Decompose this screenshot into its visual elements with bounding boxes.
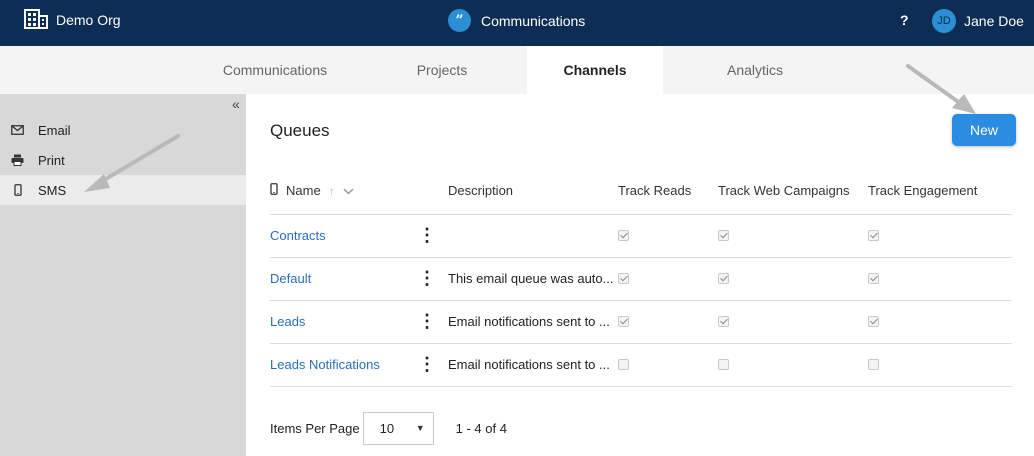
row-menu-icon[interactable]: ⋮ xyxy=(418,343,448,387)
tab-communications[interactable]: Communications xyxy=(192,46,358,94)
table-row[interactable]: Default ⋮ This email queue was auto... xyxy=(270,257,1012,301)
track-reads-checkbox[interactable] xyxy=(618,316,629,327)
track-engagement-checkbox[interactable] xyxy=(868,273,879,284)
tab-projects[interactable]: Projects xyxy=(358,46,526,94)
tab-bar: Communications Projects Channels Analyti… xyxy=(0,46,1034,94)
table-row[interactable]: Leads ⋮ Email notifications sent to ... xyxy=(270,300,1012,344)
row-menu-icon[interactable]: ⋮ xyxy=(418,257,448,301)
chevron-down-icon[interactable] xyxy=(343,184,354,198)
main-content: Queues New Name ↑ Description Track Read… xyxy=(246,64,1034,456)
new-queue-button[interactable]: New xyxy=(952,114,1016,146)
track-web-campaigns-checkbox[interactable] xyxy=(718,273,729,284)
pagination: Items Per Page 10 ▼ 1 - 4 of 4 xyxy=(270,411,507,445)
column-header-track-reads[interactable]: Track Reads xyxy=(618,168,718,215)
column-header-description[interactable]: Description xyxy=(448,168,618,215)
track-reads-checkbox[interactable] xyxy=(618,273,629,284)
org-switcher[interactable]: Demo Org xyxy=(24,8,121,32)
caret-down-icon: ▼ xyxy=(415,423,425,433)
track-reads-checkbox[interactable] xyxy=(618,359,629,370)
help-button[interactable]: ? xyxy=(900,12,909,28)
mobile-icon xyxy=(270,183,278,198)
printer-icon xyxy=(10,154,25,166)
annotation-arrow-icon xyxy=(906,64,976,114)
track-reads-checkbox[interactable] xyxy=(618,230,629,241)
sort-ascending-icon[interactable]: ↑ xyxy=(329,184,335,198)
annotation-arrow-icon xyxy=(84,134,180,192)
items-per-page-select[interactable]: 10 ▼ xyxy=(362,411,434,445)
top-bar: Demo Org ” Communications ? JD Jane Doe xyxy=(0,0,1034,46)
user-name[interactable]: Jane Doe xyxy=(964,13,1024,29)
items-per-page-value: 10 xyxy=(379,420,395,436)
table-row[interactable]: Leads Notifications ⋮ Email notification… xyxy=(270,343,1012,387)
queue-description: Email notifications sent to ... xyxy=(448,343,618,387)
track-web-campaigns-checkbox[interactable] xyxy=(718,359,729,370)
queue-description: Email notifications sent to ... xyxy=(448,300,618,344)
app-label: Communications xyxy=(481,12,586,29)
track-web-campaigns-checkbox[interactable] xyxy=(718,316,729,327)
envelope-icon xyxy=(10,125,25,135)
table-row[interactable]: Contracts ⋮ xyxy=(270,214,1012,258)
queue-name-link[interactable]: Default xyxy=(270,271,311,286)
column-header-track-web-campaigns[interactable]: Track Web Campaigns xyxy=(718,168,868,215)
tab-channels[interactable]: Channels xyxy=(527,46,663,94)
queue-name-link[interactable]: Leads xyxy=(270,314,305,329)
app-title: ” Communications xyxy=(448,9,585,32)
sidebar-item-label: Email xyxy=(38,122,71,138)
table-header-row: Name ↑ Description Track Reads Track Web… xyxy=(270,168,1012,215)
collapse-sidebar-icon[interactable]: « xyxy=(232,96,240,112)
row-menu-icon[interactable]: ⋮ xyxy=(418,214,448,258)
row-menu-icon[interactable]: ⋮ xyxy=(418,300,448,344)
quote-icon: ” xyxy=(448,9,471,32)
user-menu[interactable]: JD Jane Doe xyxy=(932,9,1024,33)
page-range: 1 - 4 of 4 xyxy=(455,420,507,436)
page-title: Queues xyxy=(270,121,330,140)
track-engagement-checkbox[interactable] xyxy=(868,359,879,370)
column-header-track-engagement[interactable]: Track Engagement xyxy=(868,168,1012,215)
queues-table: Name ↑ Description Track Reads Track Web… xyxy=(270,168,1012,387)
sidebar: « Email Print SMS xyxy=(0,94,246,456)
tab-analytics[interactable]: Analytics xyxy=(663,46,847,94)
sidebar-item-label: SMS xyxy=(38,182,67,198)
building-icon xyxy=(24,8,48,32)
column-header-actions xyxy=(418,168,448,215)
items-per-page-label: Items Per Page xyxy=(270,420,360,436)
queue-name-link[interactable]: Contracts xyxy=(270,228,326,243)
queue-description xyxy=(448,214,618,258)
sidebar-item-label: Print xyxy=(38,152,65,168)
track-engagement-checkbox[interactable] xyxy=(868,316,879,327)
column-header-name[interactable]: Name ↑ xyxy=(270,168,418,215)
avatar[interactable]: JD xyxy=(932,9,956,33)
org-label[interactable]: Demo Org xyxy=(56,12,121,28)
column-label: Name xyxy=(286,183,321,199)
queue-name-link[interactable]: Leads Notifications xyxy=(270,357,380,372)
mobile-icon xyxy=(10,184,25,196)
track-engagement-checkbox[interactable] xyxy=(868,230,879,241)
track-web-campaigns-checkbox[interactable] xyxy=(718,230,729,241)
queue-description: This email queue was auto... xyxy=(448,257,618,301)
